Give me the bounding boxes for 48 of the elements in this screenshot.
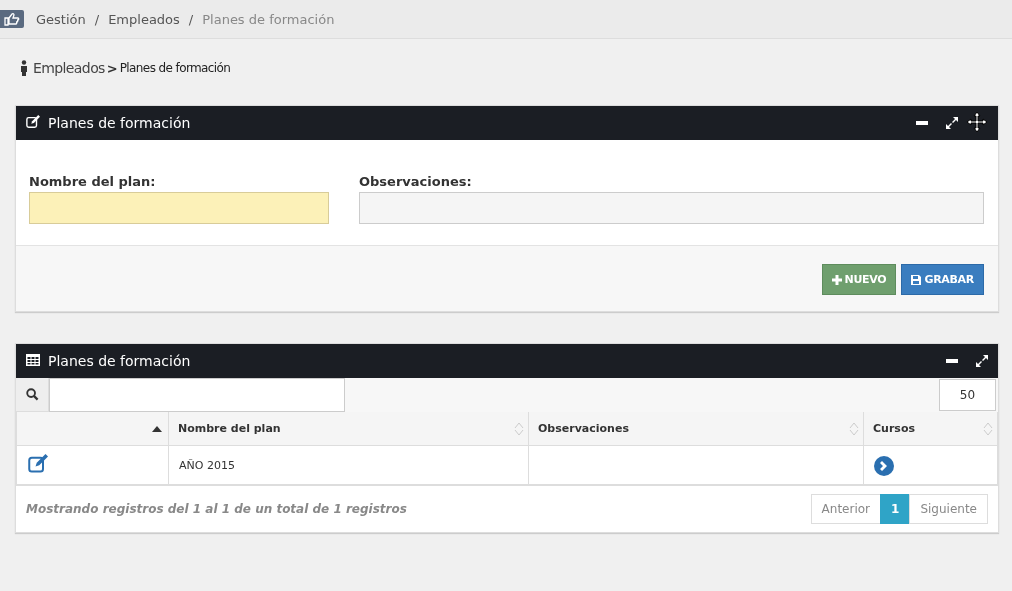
search-button[interactable] <box>16 378 49 412</box>
table-info: Mostrando registros del 1 al 1 de un total de 1 registros <box>26 502 407 516</box>
breadcrumb-separator: / <box>188 11 194 27</box>
edit-icon <box>26 114 40 129</box>
person-icon <box>20 60 28 76</box>
field-label: Nombre del plan: <box>29 174 157 189</box>
sort-icon <box>514 421 524 436</box>
minimize-icon <box>916 121 928 125</box>
table-icon <box>26 354 40 366</box>
sort-icon <box>983 421 993 436</box>
expand-icon <box>946 117 958 129</box>
page-length-select[interactable]: 50 <box>939 379 996 411</box>
edit-button[interactable] <box>27 453 49 474</box>
text-field[interactable] <box>29 192 329 224</box>
column-header[interactable]: Cursos <box>863 412 998 446</box>
column-header[interactable]: Observaciones <box>528 412 864 446</box>
edit-icon <box>27 453 49 474</box>
text-field[interactable] <box>359 192 984 224</box>
chevron-right-icon <box>874 455 894 476</box>
pagination-button[interactable]: Anterior <box>810 494 882 524</box>
path-parent[interactable]: Empleados <box>33 60 105 76</box>
courses-button[interactable] <box>874 455 894 476</box>
column-header[interactable]: Nombre del plan <box>168 412 529 446</box>
minimize-icon <box>946 359 958 363</box>
panel-title: Planes de formación <box>48 353 192 369</box>
pointing-hand-icon <box>4 12 20 26</box>
floppy-icon <box>911 274 922 285</box>
expand-icon <box>976 355 988 367</box>
path-separator: > <box>106 60 118 76</box>
page-heading: Planes de formación <box>119 61 231 75</box>
breadcrumb-link[interactable]: Gestión <box>36 11 86 27</box>
save-button[interactable]: GRABAR <box>901 264 984 295</box>
breadcrumb-link[interactable]: Empleados <box>108 11 180 27</box>
search-field[interactable] <box>49 378 345 412</box>
pagination-button[interactable]: Siguiente <box>909 494 988 524</box>
table-cell: AÑO 2015 <box>168 445 529 485</box>
search-icon <box>25 388 39 401</box>
sort-up-icon <box>152 425 162 432</box>
field-label: Observaciones: <box>359 174 473 189</box>
breadcrumb-separator: / <box>94 11 100 27</box>
move-cursor-icon <box>966 110 988 133</box>
expand-button[interactable] <box>976 355 988 367</box>
expand-button[interactable] <box>946 117 958 129</box>
menu-toggle-button[interactable] <box>0 10 24 28</box>
sort-icon <box>849 421 859 436</box>
plus-icon <box>831 274 842 285</box>
breadcrumb-current: Planes de formación <box>202 11 335 27</box>
panel-title: Planes de formación <box>48 115 192 131</box>
